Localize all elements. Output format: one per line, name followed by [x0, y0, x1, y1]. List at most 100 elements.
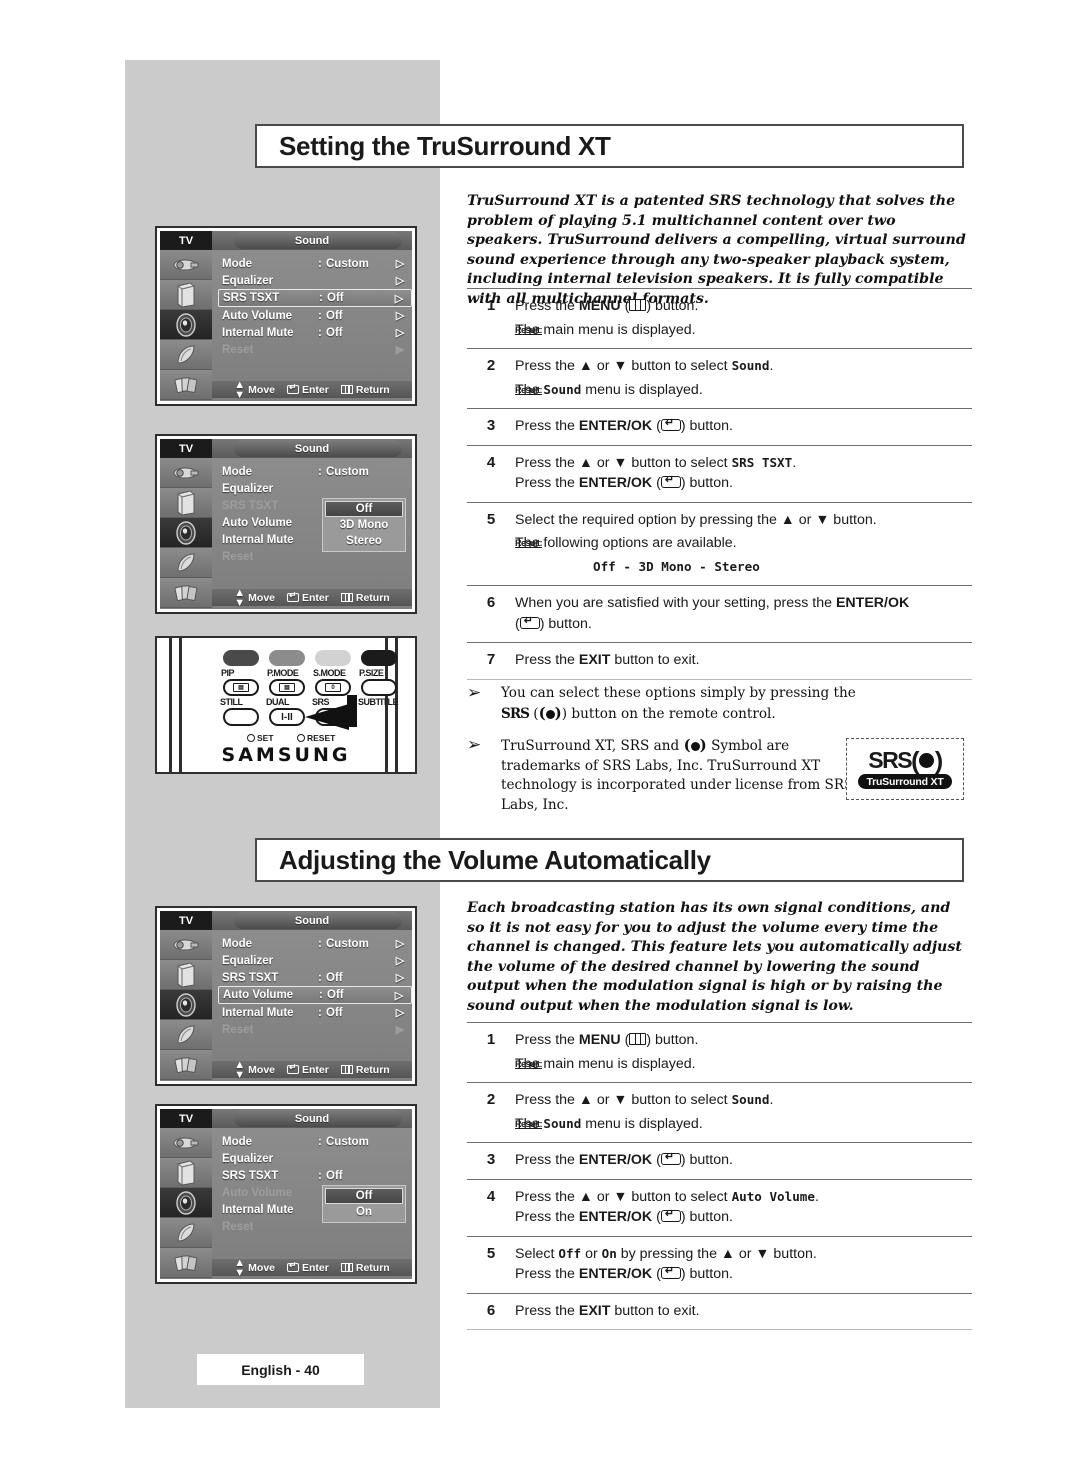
osd-menu-row[interactable]: Mode: Custom ▷: [218, 255, 412, 272]
sidebar-tv-icon[interactable]: [160, 960, 212, 990]
osd-menu-row[interactable]: Equalizer: [218, 1150, 412, 1167]
osd-hint-return: Return: [340, 1064, 390, 1076]
osd-menu-row[interactable]: Internal Mute: Off ▷: [218, 324, 412, 341]
available-options: Off - 3D Mono - Stereo: [593, 558, 760, 574]
remote-button-row2-0[interactable]: ▤: [223, 679, 259, 696]
osd-top-bar: TV Sound: [160, 439, 412, 458]
sidebar-tv-icon[interactable]: [160, 280, 212, 310]
osd-popup-option[interactable]: 3D Mono: [325, 517, 403, 533]
osd-top-bar: TV Sound: [160, 1109, 412, 1128]
osd-options-popup[interactable]: Off On: [322, 1185, 406, 1223]
osd-row-colon: :: [319, 989, 323, 1001]
step-target: Sound: [731, 358, 770, 373]
osd-menu-row[interactable]: Auto Volume: Off ▷: [218, 986, 412, 1004]
osd-row-colon: :: [318, 257, 322, 270]
enter-key-icon: [287, 590, 300, 602]
step-text: Press the: [515, 298, 579, 314]
pointer-arrow-tail-icon: [347, 695, 357, 727]
osd-device-label: TV: [160, 439, 212, 458]
osd-menu-row[interactable]: Internal Mute: Off ▷: [218, 1004, 412, 1021]
remote-button-pmode[interactable]: [269, 650, 305, 666]
osd-row-label: Equalizer: [222, 482, 274, 495]
osd-menu-row[interactable]: SRS TSXT: Off ▷: [218, 289, 412, 307]
osd-popup-option[interactable]: Off: [325, 1188, 403, 1204]
sidebar-picture-icon[interactable]: [160, 1128, 212, 1158]
remote-button-psize[interactable]: [361, 650, 397, 666]
osd-row-label: SRS TSXT: [222, 499, 279, 512]
osd-row-arrow-icon: ▶: [395, 1024, 405, 1036]
osd-popup-option[interactable]: On: [325, 1204, 403, 1220]
osd-menu-row[interactable]: Mode: Custom: [218, 1133, 412, 1150]
osd-menu-row[interactable]: SRS TSXT: Off: [218, 1167, 412, 1184]
sidebar-picture-icon[interactable]: [160, 930, 212, 960]
remote-button-reset[interactable]: RESET: [297, 733, 335, 743]
enter-key-icon: [660, 476, 681, 488]
osd-menu-row[interactable]: SRS TSXT: Off ▷: [218, 969, 412, 986]
osd-row-value: Off: [327, 292, 344, 304]
osd-menu-row[interactable]: Equalizer: [218, 480, 412, 497]
osd-menu-row[interactable]: Mode: Custom: [218, 463, 412, 480]
osd-options-popup[interactable]: Off 3D Mono Stereo: [322, 498, 406, 552]
step-text-2: Press the: [515, 1266, 579, 1282]
sidebar-picture-icon[interactable]: [160, 250, 212, 280]
step-text-tail: .: [792, 454, 797, 471]
step-text: Press the: [515, 418, 579, 434]
remote-label-pip: PIP: [221, 668, 235, 678]
osd-row-value: Off: [326, 971, 343, 984]
osd-row-label: Internal Mute: [222, 1203, 294, 1216]
osd-popup-option[interactable]: Stereo: [325, 533, 403, 549]
step-item: 3 Press the ENTER/OK () button.: [467, 408, 972, 445]
sidebar-setup-icon[interactable]: [160, 578, 212, 608]
remote-button-pip[interactable]: [223, 650, 259, 666]
sidebar-channel-icon[interactable]: [160, 548, 212, 578]
remote-button-dual[interactable]: I-II: [269, 708, 305, 726]
sidebar-setup-icon[interactable]: [160, 1248, 212, 1278]
step-text: Press the ▲ or ▼ button to select: [515, 358, 732, 374]
step-text-tail: .: [769, 358, 774, 374]
osd-menu-row[interactable]: Equalizer ▷: [218, 272, 412, 289]
osd-menu-row[interactable]: Reset ▶: [218, 1021, 412, 1038]
sidebar-channel-icon[interactable]: [160, 1020, 212, 1050]
osd-menu-row[interactable]: Equalizer ▷: [218, 952, 412, 969]
remote-mini-icon: ▤: [279, 683, 295, 692]
sidebar-channel-icon[interactable]: [160, 1218, 212, 1248]
sidebar-tv-icon[interactable]: [160, 1158, 212, 1188]
osd-popup-option[interactable]: Off: [325, 501, 403, 517]
sidebar-sound-icon[interactable]: [160, 990, 212, 1020]
osd-row-label: Auto Volume: [222, 309, 293, 322]
sidebar-channel-icon[interactable]: [160, 340, 212, 370]
step-target: Sound: [731, 1092, 770, 1107]
step-number: 7: [486, 651, 496, 668]
osd-menu-row[interactable]: Mode: Custom ▷: [218, 935, 412, 952]
remote-button-still[interactable]: [223, 708, 259, 726]
osd-row-arrow-icon: ▷: [395, 972, 405, 984]
sidebar-sound-icon[interactable]: [160, 518, 212, 548]
page-title-2: Adjusting the Volume Automatically: [279, 844, 711, 875]
step-number: 1: [486, 1031, 496, 1048]
enter-key-label: ENTER/OK: [578, 418, 653, 434]
remote-button-smode[interactable]: [315, 650, 351, 666]
remote-button-row2-3[interactable]: [361, 679, 397, 696]
step-item: 2 Press the ▲ or ▼ button to select Soun…: [467, 348, 972, 408]
step-text: Press the: [515, 652, 579, 668]
osd-menu-title: Sound: [212, 231, 412, 250]
osd-device-label: TV: [160, 231, 212, 250]
sidebar-sound-icon[interactable]: [160, 1188, 212, 1218]
sidebar-setup-icon[interactable]: [160, 370, 212, 400]
osd-menu-row[interactable]: Reset ▶: [218, 341, 412, 358]
menu-key-icon: [340, 1065, 353, 1074]
page-footer: English - 40: [197, 1354, 364, 1385]
sidebar-tv-icon[interactable]: [160, 488, 212, 518]
sidebar-sound-icon[interactable]: [160, 310, 212, 340]
remote-button-row2-1[interactable]: ▤: [269, 679, 305, 696]
sidebar-setup-icon[interactable]: [160, 1050, 212, 1080]
step-number: 4: [486, 1187, 496, 1205]
sidebar-picture-icon[interactable]: [160, 458, 212, 488]
remote-button-row2-2[interactable]: 0: [315, 679, 351, 696]
page-number-label: English - 40: [241, 1361, 320, 1378]
osd-menu-row[interactable]: Auto Volume: Off ▷: [218, 307, 412, 324]
osd-row-value: Custom: [326, 465, 369, 478]
osd-row-label: Mode: [222, 937, 253, 950]
remote-button-set[interactable]: SET: [247, 733, 274, 743]
remote-label-dual: DUAL: [266, 697, 290, 707]
